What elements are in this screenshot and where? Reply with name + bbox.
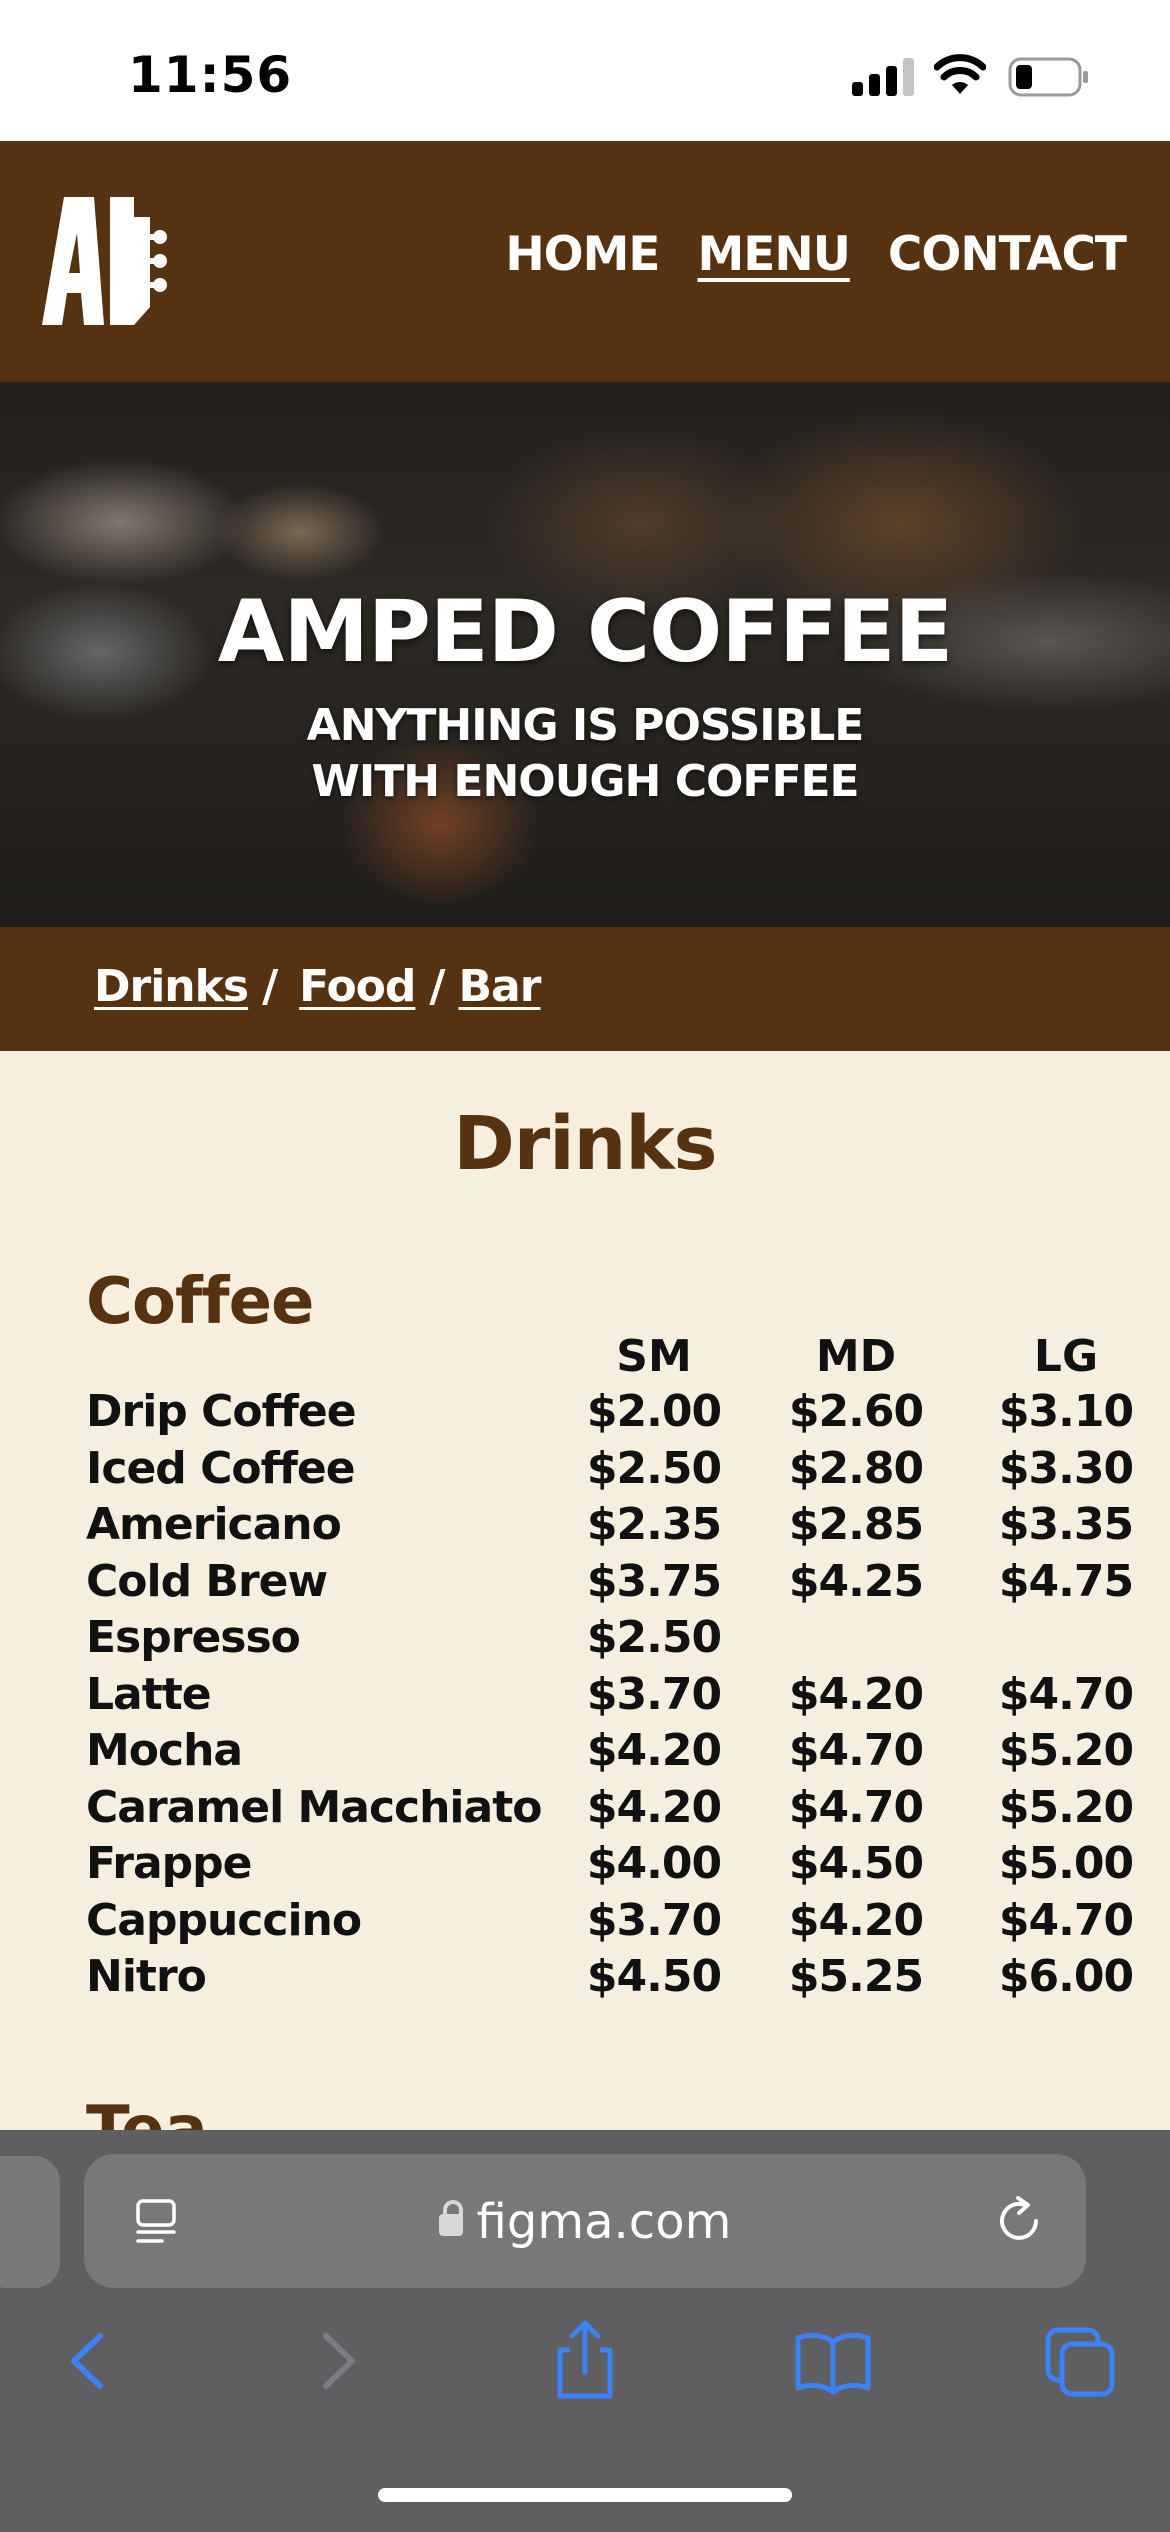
menu-item-row: Frappe $4.00 $4.50 $5.00 xyxy=(0,1838,1170,1894)
menu-item-price-sm: $3.70 xyxy=(586,1894,722,1946)
section-link-food[interactable]: Food xyxy=(299,961,416,1012)
menu-item-price-lg: $5.20 xyxy=(998,1781,1134,1833)
reload-icon[interactable] xyxy=(992,2194,1046,2248)
menu-item-row: Drip Coffee $2.00 $2.60 $3.10 xyxy=(0,1386,1170,1442)
menu-item-price-lg: $4.75 xyxy=(998,1555,1134,1607)
menu-item-price-md: $5.25 xyxy=(788,1951,924,2002)
back-icon[interactable] xyxy=(42,2316,132,2406)
menu-item-price-sm: $3.75 xyxy=(586,1555,722,1607)
browser-nav-toolbar xyxy=(0,2316,1170,2426)
menu-content: Drinks Coffee SM MD LG Drip Coffee $2.00 $… xyxy=(0,1051,1170,2130)
menu-item-name: Iced Coffee xyxy=(86,1442,356,1494)
menu-item-price-sm: $2.50 xyxy=(586,1442,722,1494)
hero-title: AMPED COFFEE xyxy=(217,582,953,682)
menu-item-price-md: $2.85 xyxy=(788,1499,924,1550)
menu-item-price-sm: $4.20 xyxy=(586,1781,722,1833)
menu-item-price-md: $4.20 xyxy=(788,1894,924,1946)
url-text: figma.com xyxy=(476,2194,732,2250)
hero-subtitle-line-1: ANYTHING IS POSSIBLE xyxy=(306,700,865,751)
previous-tab-preview[interactable] xyxy=(0,2156,60,2288)
menu-item-price-sm: $3.70 xyxy=(586,1668,722,1720)
menu-item-price-lg: $4.70 xyxy=(998,1894,1134,1946)
menu-item-price-md: $2.80 xyxy=(788,1442,924,1494)
menu-item-price-sm: $2.00 xyxy=(586,1386,722,1437)
menu-item-row: Cappuccino $3.70 $4.20 $4.70 xyxy=(0,1895,1170,1951)
menu-item-name: Nitro xyxy=(86,1951,207,2002)
menu-item-price-sm: $4.50 xyxy=(586,1951,722,2002)
site-header: HOME MENU CONTACT xyxy=(0,141,1170,382)
hero-subtitle-line-2: WITH ENOUGH COFFEE xyxy=(311,756,859,807)
menu-item-price-md: $2.60 xyxy=(788,1386,924,1437)
menu-item-price-lg: $6.00 xyxy=(998,1951,1134,2002)
amped-coffee-logo[interactable] xyxy=(42,197,176,327)
hero-subtitle: ANYTHING IS POSSIBLE WITH ENOUGH COFFEE xyxy=(0,698,1170,810)
status-bar: 11:56 xyxy=(0,0,1170,141)
menu-item-name: Latte xyxy=(86,1668,212,1720)
section-link-drinks[interactable]: Drinks xyxy=(94,961,249,1012)
home-indicator[interactable] xyxy=(378,2488,792,2502)
size-header-md: MD xyxy=(815,1331,897,1382)
menu-item-price-md: $4.50 xyxy=(788,1838,924,1889)
menu-item-price-sm: $2.35 xyxy=(586,1499,722,1550)
forward-icon[interactable] xyxy=(294,2316,384,2406)
menu-item-name: Caramel Macchiato xyxy=(86,1781,542,1833)
menu-item-price-sm: $4.00 xyxy=(586,1838,722,1889)
hero-banner: AMPED COFFEE ANYTHING IS POSSIBLE WITH E… xyxy=(0,382,1170,927)
lock-icon xyxy=(438,2200,463,2236)
section-link-bar[interactable]: Bar xyxy=(458,961,541,1012)
section-separator: / xyxy=(262,961,278,1012)
menu-item-price-md: $4.25 xyxy=(788,1555,924,1607)
menu-item-price-lg: $5.00 xyxy=(998,1838,1134,1889)
size-header-lg: LG xyxy=(1033,1331,1099,1382)
menu-item-name: Cappuccino xyxy=(86,1894,362,1946)
cellular-signal-icon xyxy=(852,58,916,96)
status-time: 11:56 xyxy=(128,46,293,104)
menu-item-row: Latte $3.70 $4.20 $4.70 xyxy=(0,1669,1170,1725)
menu-item-price-sm: $4.20 xyxy=(586,1725,722,1776)
menu-item-price-md: $4.20 xyxy=(788,1668,924,1720)
menu-item-row: Mocha $4.20 $4.70 $5.20 xyxy=(0,1725,1170,1781)
url-display[interactable]: figma.com xyxy=(84,2194,1086,2250)
size-header-sm: SM xyxy=(616,1331,692,1382)
menu-item-price-md: $4.70 xyxy=(788,1781,924,1833)
menu-item-name: Drip Coffee xyxy=(86,1386,357,1437)
menu-item-row: Espresso $2.50 xyxy=(0,1612,1170,1668)
menu-section-nav: Drinks / Food / Bar xyxy=(0,927,1170,1051)
section-separator: / xyxy=(429,961,445,1012)
menu-item-price-lg: $3.30 xyxy=(998,1442,1134,1494)
menu-item-name: Cold Brew xyxy=(86,1555,328,1607)
menu-item-name: Frappe xyxy=(86,1838,252,1889)
menu-item-price-lg: $3.35 xyxy=(998,1499,1134,1550)
menu-item-row: Americano $2.35 $2.85 $3.35 xyxy=(0,1499,1170,1555)
next-category-title: Tea xyxy=(86,2093,208,2130)
menu-item-price-md: $4.70 xyxy=(788,1725,924,1776)
menu-item-name: Mocha xyxy=(86,1725,243,1776)
main-nav: HOME MENU CONTACT xyxy=(505,227,1127,282)
bookmarks-icon[interactable] xyxy=(788,2316,878,2406)
tabs-icon[interactable] xyxy=(1036,2316,1126,2406)
battery-icon xyxy=(1008,57,1088,97)
menu-item-price-lg: $5.20 xyxy=(998,1725,1134,1776)
share-icon[interactable] xyxy=(540,2316,630,2406)
menu-title: Drinks xyxy=(453,1101,717,1187)
menu-item-row: Nitro $4.50 $5.25 $6.00 xyxy=(0,1951,1170,2007)
nav-home-link[interactable]: HOME xyxy=(505,227,660,282)
nav-contact-link[interactable]: CONTACT xyxy=(888,227,1127,282)
menu-item-row: Iced Coffee $2.50 $2.80 $3.30 xyxy=(0,1443,1170,1499)
menu-item-name: Americano xyxy=(86,1499,342,1550)
menu-item-price-lg: $3.10 xyxy=(998,1386,1134,1437)
address-bar[interactable]: figma.com xyxy=(84,2154,1086,2288)
menu-item-name: Espresso xyxy=(86,1612,301,1663)
menu-item-row: Caramel Macchiato $4.20 $4.70 $5.20 xyxy=(0,1782,1170,1838)
category-title: Coffee xyxy=(86,1265,314,1339)
wifi-icon xyxy=(934,54,986,94)
nav-menu-link[interactable]: MENU xyxy=(697,227,850,282)
menu-item-row: Cold Brew $3.75 $4.25 $4.75 xyxy=(0,1556,1170,1612)
menu-item-price-lg: $4.70 xyxy=(998,1668,1134,1720)
browser-toolbar: figma.com xyxy=(0,2130,1170,2532)
menu-item-price-sm: $2.50 xyxy=(586,1612,722,1663)
